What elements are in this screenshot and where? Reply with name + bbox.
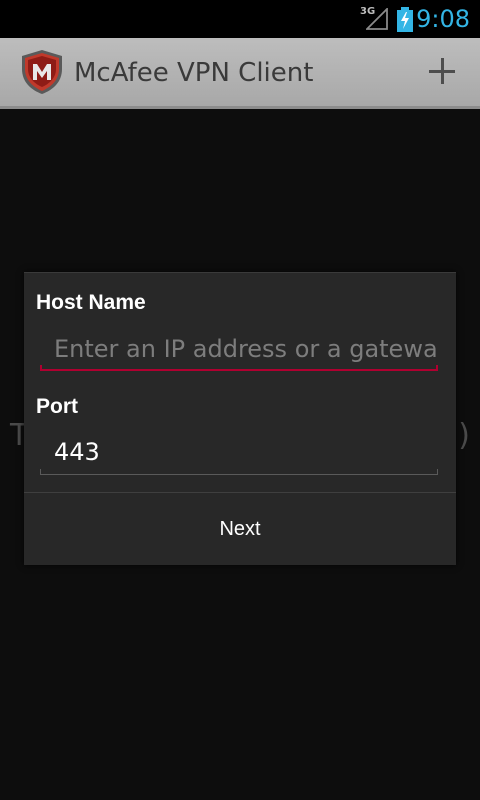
next-button[interactable]: Next [24,493,456,565]
add-button[interactable] [422,52,462,92]
status-clock: 9:08 [416,5,470,33]
host-name-input[interactable] [40,329,438,369]
port-input[interactable] [40,432,438,472]
screen: 3G 9:08 McAfee VPN Client T ) Host Name [0,0,480,800]
host-name-label: Host Name [36,291,146,314]
background-text-right: ) [458,418,470,453]
gateway-dialog: Host Name Port Next [24,272,456,565]
app-title: McAfee VPN Client [74,58,314,88]
battery-charging-icon [397,7,413,32]
port-underline [40,469,438,475]
action-bar: McAfee VPN Client [0,38,480,109]
host-name-underline [40,365,438,371]
status-bar: 3G 9:08 [0,0,480,38]
mcafee-shield-logo [22,50,62,94]
port-label: Port [36,395,78,418]
signal-strength-icon [366,8,388,30]
